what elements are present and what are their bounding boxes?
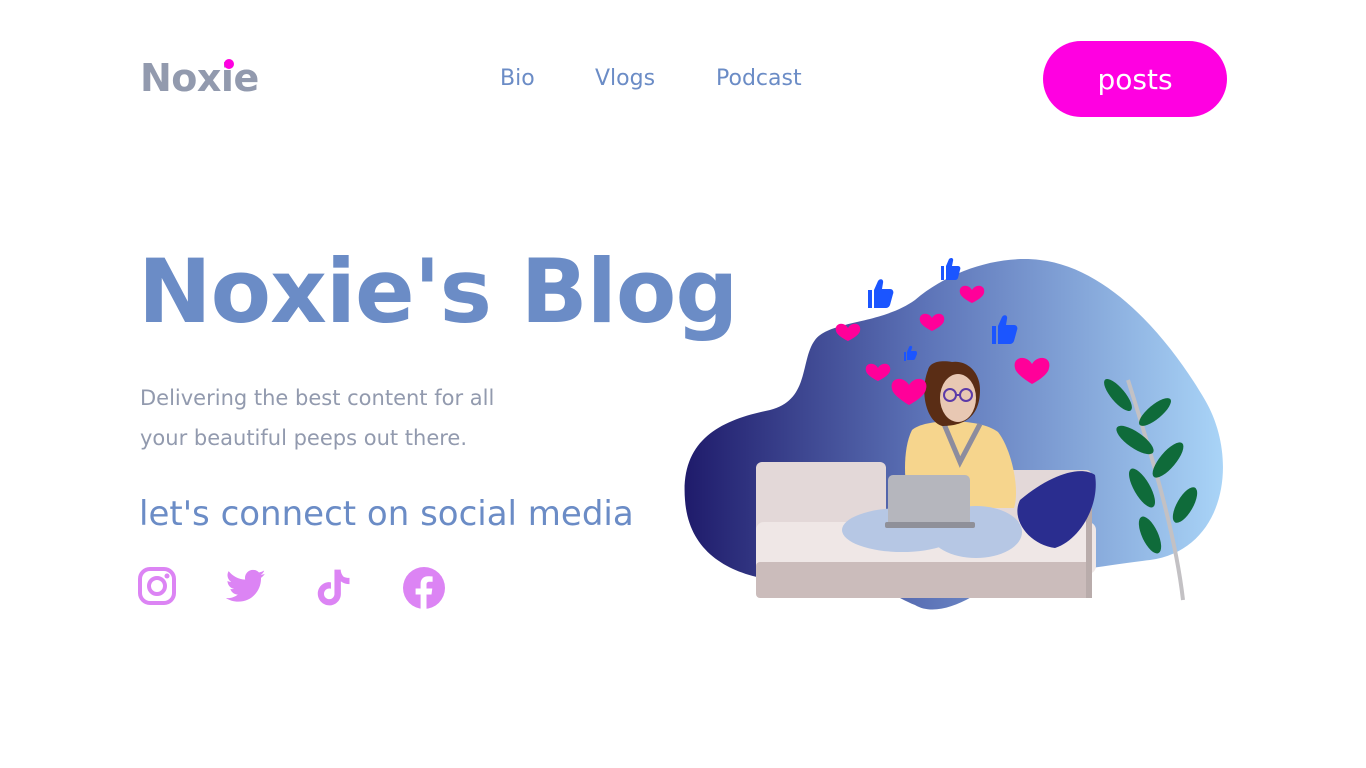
nav-bio-link[interactable]: Bio (500, 66, 535, 91)
hero-subtitle-line-1: Delivering the best content for all (140, 386, 495, 410)
logo-dot (224, 59, 234, 69)
tiktok-icon[interactable] (313, 566, 357, 610)
logo-text: Noxie (140, 56, 259, 100)
hero-subtitle-line-2: your beautiful peeps out there. (140, 426, 468, 450)
social-connect-text: let's connect on social media (139, 494, 634, 534)
instagram-icon[interactable] (137, 566, 181, 610)
hero-title: Noxie's Blog (138, 240, 738, 343)
twitter-icon[interactable] (224, 566, 268, 610)
nav-podcast-link[interactable]: Podcast (716, 66, 802, 91)
facebook-icon[interactable] (402, 566, 446, 610)
nav-vlogs-link[interactable]: Vlogs (595, 66, 655, 91)
posts-button[interactable]: posts (1043, 41, 1227, 117)
hero-illustration (684, 257, 1223, 610)
logo[interactable]: Noxie (140, 56, 259, 100)
hero-subtitle: Delivering the best content for all your… (140, 378, 540, 458)
landing-page: Noxie Bio Vlogs Podcast posts Noxie's Bl… (0, 0, 1366, 768)
